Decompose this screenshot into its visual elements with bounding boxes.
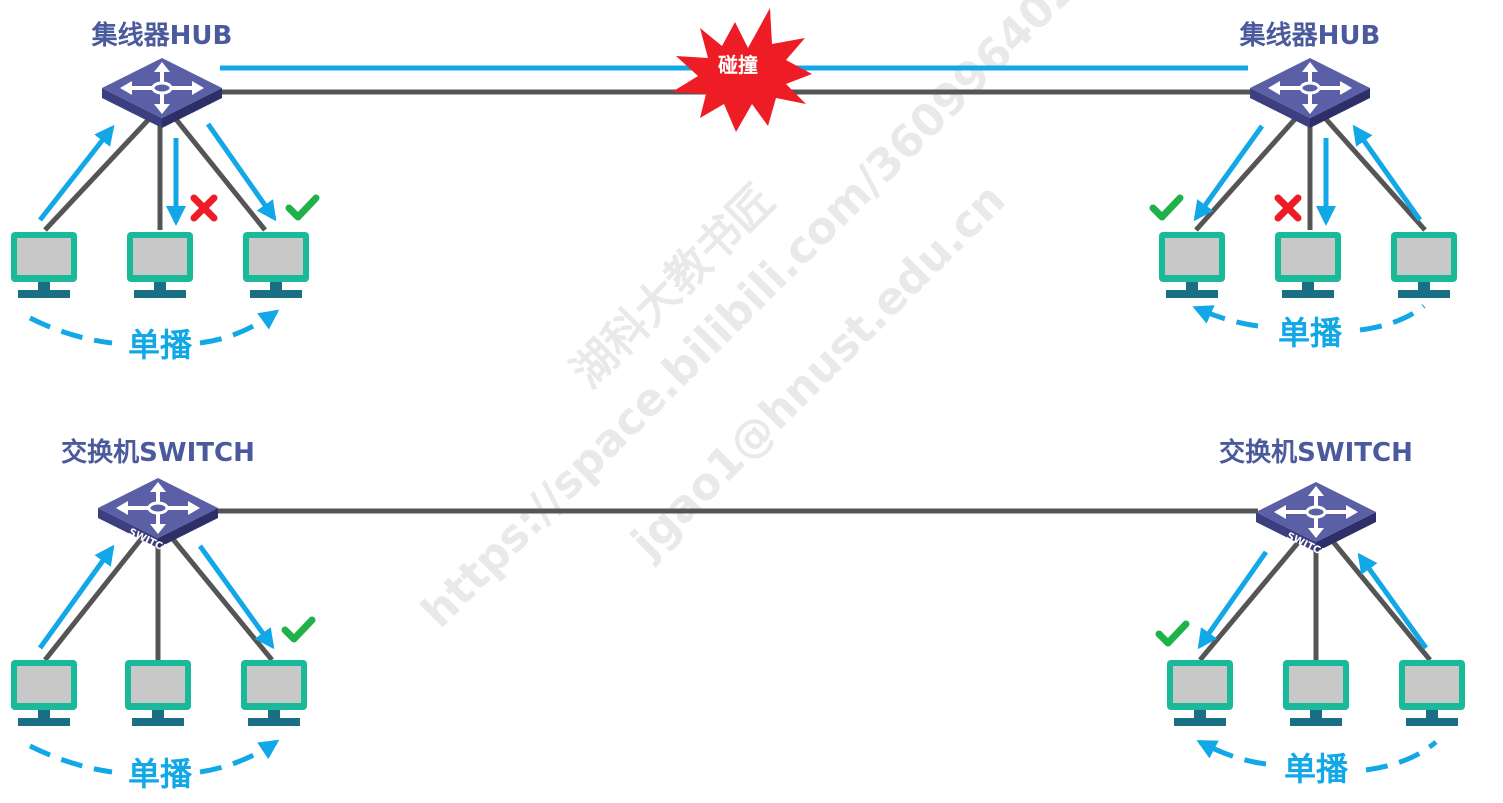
right-hub-device: [1248, 56, 1372, 130]
right-hub-pc-1: [1159, 232, 1225, 298]
checkmark-icon: [285, 620, 312, 639]
cross-icon: [1278, 198, 1298, 218]
checkmark-icon: [1159, 624, 1186, 643]
checkmark-icon: [1153, 198, 1180, 217]
right-hub-label: 集线器HUB: [1239, 20, 1381, 51]
left-hub-unicast-label: 单播: [128, 326, 193, 364]
left-switch-device: SWITCH: [96, 476, 220, 556]
right-hub-pc-2: [1275, 232, 1341, 298]
left-hub-device: [100, 56, 224, 130]
left-hub-pc-1: [11, 232, 77, 298]
left-hub-flows: [38, 122, 277, 226]
switch-section: SWITCH 交换机SWITCH 单播 SWITCH 交换机SWITCH 单播: [11, 437, 1465, 793]
right-switch-flows: [1197, 550, 1429, 650]
left-switch-pc-1: [11, 660, 77, 726]
checkmark-icon: [289, 198, 316, 217]
network-diagram: 湖科大教书匠 https://space.bilibili.com/360996…: [11, 0, 1465, 793]
right-switch-pc-2: [1283, 660, 1349, 726]
left-switch-label: 交换机SWITCH: [61, 437, 255, 468]
explosion-burst-icon: 碰撞: [672, 8, 812, 132]
left-hub-pc-3: [243, 232, 309, 298]
right-hub-pc-3: [1391, 232, 1457, 298]
cross-icon: [194, 198, 214, 218]
right-hub-unicast-label: 单播: [1278, 314, 1343, 352]
right-switch-label: 交换机SWITCH: [1219, 437, 1413, 468]
right-switch-unicast-label: 单播: [1284, 750, 1349, 788]
left-switch-unicast-label: 单播: [128, 755, 193, 793]
left-hub-label: 集线器HUB: [91, 20, 233, 51]
left-switch-pc-2: [125, 660, 191, 726]
right-switch-device: SWITCH: [1254, 480, 1378, 560]
right-switch-pc-3: [1399, 660, 1465, 726]
right-switch-pc-1: [1167, 660, 1233, 726]
collision-label: 碰撞: [718, 53, 758, 77]
left-hub-pc-2: [127, 232, 193, 298]
left-switch-pc-3: [241, 660, 307, 726]
